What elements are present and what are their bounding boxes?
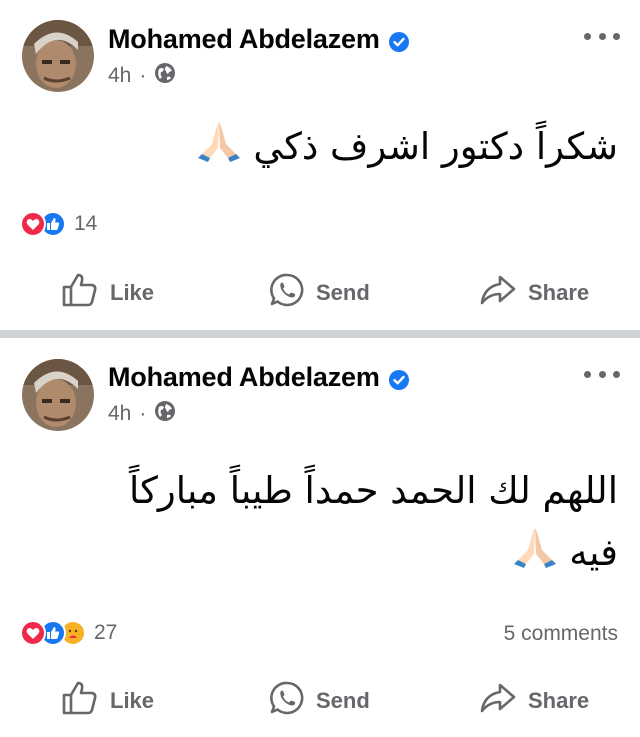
- more-options-icon[interactable]: [584, 368, 620, 380]
- like-button[interactable]: Like: [62, 268, 154, 318]
- author-name[interactable]: Mohamed Abdelazem: [108, 24, 410, 55]
- post-text: شكراً دكتور اشرف ذكي: [196, 116, 618, 181]
- post-card: Mohamed Abdelazem 4h · شكراً دكتور اشرف …: [0, 0, 640, 330]
- post-text-line: شكراً دكتور اشرف ذكي: [253, 125, 618, 168]
- globe-icon: [154, 62, 176, 90]
- meta-separator: ·: [139, 64, 147, 87]
- share-label: Share: [528, 280, 590, 305]
- post-divider: [0, 330, 640, 338]
- comments-count-link[interactable]: 5 comments: [504, 622, 618, 646]
- thumbs-up-icon: [62, 681, 110, 721]
- post-text-line: فيه: [129, 522, 618, 587]
- post-card: Mohamed Abdelazem 4h · اللهم لك الحمد حم…: [0, 338, 640, 737]
- send-button[interactable]: Send: [270, 268, 370, 318]
- post-time[interactable]: 4h: [108, 402, 131, 426]
- post-meta: 4h ·: [108, 400, 176, 428]
- reaction-summary[interactable]: 14: [20, 211, 97, 237]
- avatar[interactable]: [22, 20, 94, 92]
- like-button[interactable]: Like: [62, 676, 154, 726]
- post-time[interactable]: 4h: [108, 64, 131, 88]
- like-label: Like: [110, 688, 155, 713]
- thumbs-up-icon: [62, 273, 110, 313]
- meta-separator: ·: [139, 402, 147, 425]
- share-button[interactable]: Share: [480, 268, 589, 318]
- share-label: Share: [528, 688, 590, 713]
- love-reaction-icon: [20, 211, 46, 237]
- send-label: Send: [316, 280, 370, 305]
- send-label: Send: [316, 688, 370, 713]
- like-label: Like: [110, 280, 155, 305]
- verified-badge-icon: [388, 367, 410, 390]
- author-name-text: Mohamed Abdelazem: [108, 24, 380, 54]
- post-meta: 4h ·: [108, 62, 176, 90]
- author-name-text: Mohamed Abdelazem: [108, 362, 380, 392]
- more-options-icon[interactable]: [584, 30, 620, 42]
- folded-hands-icon: [196, 116, 242, 181]
- reaction-count[interactable]: 27: [94, 621, 117, 645]
- action-bar: Like Send Share: [0, 676, 640, 726]
- reaction-summary[interactable]: 27: [20, 620, 117, 646]
- globe-icon: [154, 400, 176, 428]
- avatar[interactable]: [22, 359, 94, 431]
- action-bar: Like Send Share: [0, 268, 640, 318]
- send-button[interactable]: Send: [270, 676, 370, 726]
- whatsapp-icon: [270, 681, 316, 721]
- folded-hands-icon: [512, 522, 558, 587]
- verified-badge-icon: [388, 29, 410, 52]
- reaction-count[interactable]: 14: [74, 212, 97, 236]
- share-arrow-icon: [480, 274, 528, 312]
- post-text-line: اللهم لك الحمد حمداً طيباً مباركاً: [128, 469, 618, 512]
- whatsapp-icon: [270, 273, 316, 313]
- share-arrow-icon: [480, 682, 528, 720]
- share-button[interactable]: Share: [480, 676, 589, 726]
- love-reaction-icon: [20, 620, 46, 646]
- author-name[interactable]: Mohamed Abdelazem: [108, 362, 410, 393]
- post-text-word: فيه: [569, 531, 618, 574]
- post-text: اللهم لك الحمد حمداً طيباً مباركاً فيه: [129, 460, 618, 587]
